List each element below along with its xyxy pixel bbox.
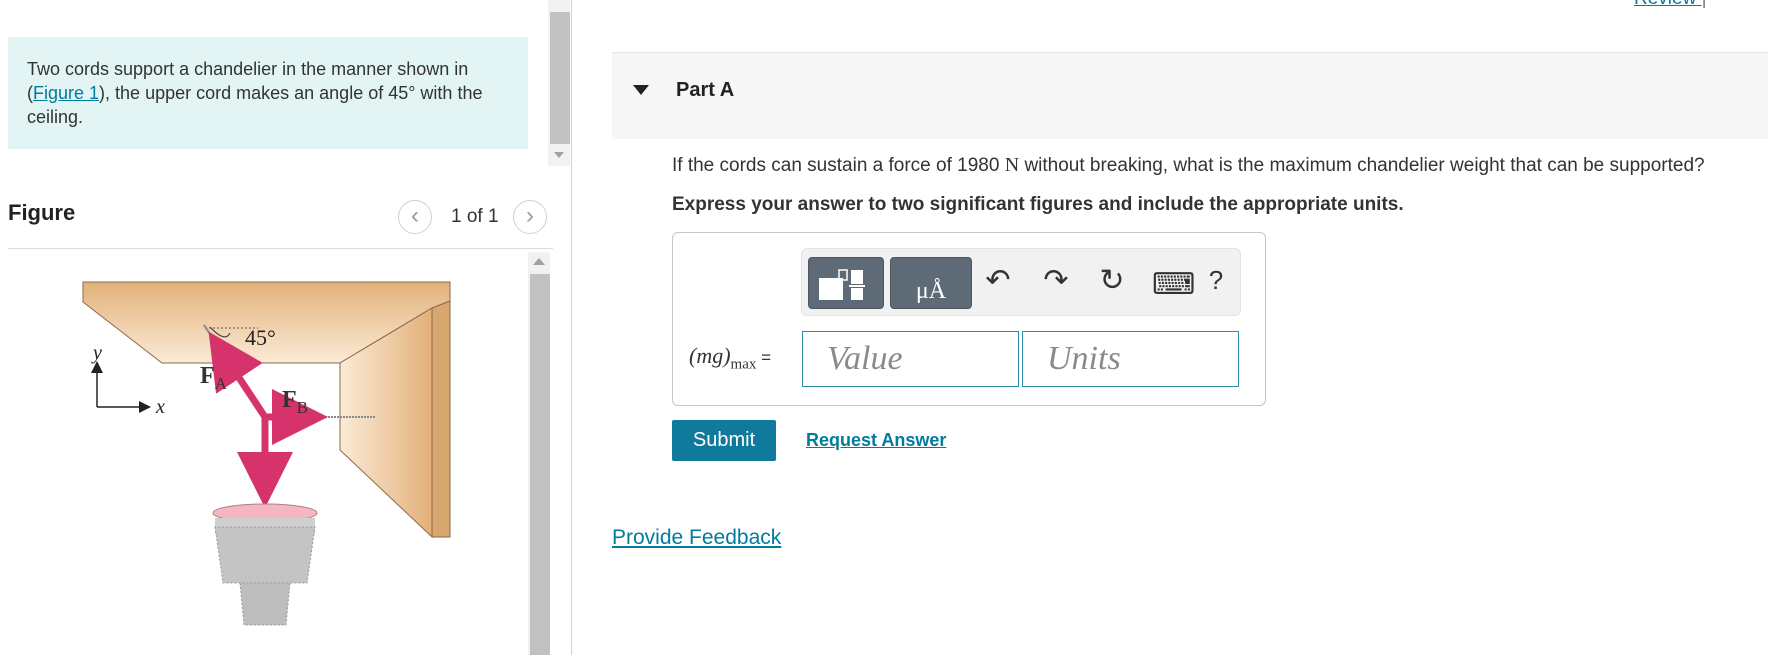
- part-a-header[interactable]: Part A: [612, 52, 1768, 139]
- force-a-label: FA: [200, 363, 228, 393]
- chandelier-shape: [212, 503, 318, 626]
- previous-figure-button[interactable]: ‹: [398, 200, 432, 234]
- figure-header: Figure ‹ 1 of 1 ›: [8, 196, 553, 249]
- request-answer-link[interactable]: Request Answer: [806, 430, 946, 451]
- figure-link[interactable]: Figure 1: [33, 83, 99, 103]
- header-separator: |: [1702, 0, 1707, 9]
- submit-button[interactable]: Submit: [672, 420, 776, 461]
- figure-title: Figure: [8, 200, 76, 225]
- provide-feedback-link[interactable]: Provide Feedback: [612, 526, 781, 550]
- redo-icon[interactable]: ↷: [1038, 263, 1074, 298]
- left-pane: Two cords support a chandelier in the ma…: [0, 0, 572, 655]
- units-button[interactable]: μÅ: [890, 257, 972, 309]
- help-icon[interactable]: ?: [1198, 265, 1234, 296]
- chandelier-figure: 45° FA FB y x: [82, 281, 451, 626]
- question-before: If the cords can sustain a force of 1980: [672, 155, 1000, 176]
- scroll-up-arrow-icon[interactable]: [533, 258, 545, 265]
- keyboard-icon[interactable]: ⌨: [1152, 267, 1195, 302]
- figure-scrollbar-thumb[interactable]: [530, 274, 550, 655]
- question-text: If the cords can sustain a force of 1980…: [672, 154, 1705, 177]
- x-axis-label: x: [155, 396, 165, 418]
- review-link-label: Review: [1634, 0, 1696, 9]
- figure-counter: 1 of 1: [451, 206, 499, 227]
- question-unit: N: [1004, 154, 1020, 176]
- instruction-text: Express your answer to two significant f…: [672, 194, 1404, 215]
- reset-icon[interactable]: ↻: [1094, 263, 1130, 298]
- figure-scrollbar[interactable]: [528, 252, 550, 655]
- templates-icon: [819, 269, 865, 300]
- value-input[interactable]: [802, 331, 1019, 387]
- answer-box: μÅ ↶ ↷ ↻ ⌨ ? (mg)max =: [672, 232, 1266, 406]
- next-figure-button[interactable]: ›: [513, 200, 547, 234]
- math-toolbar: μÅ ↶ ↷ ↻ ⌨ ?: [801, 248, 1241, 316]
- undo-icon[interactable]: ↶: [980, 263, 1016, 298]
- chevron-left-icon: ‹: [411, 202, 419, 229]
- units-icon: μÅ: [915, 278, 947, 304]
- problem-scrollbar-thumb[interactable]: [550, 12, 570, 144]
- units-input[interactable]: [1022, 331, 1239, 387]
- expression-label: (mg)max =: [689, 343, 771, 373]
- part-title: Part A: [676, 79, 735, 101]
- equals-sign: =: [756, 348, 772, 367]
- angle-label: 45°: [245, 325, 276, 350]
- review-link[interactable]: Review |: [1634, 0, 1707, 10]
- pane-divider: [571, 0, 572, 655]
- templates-button[interactable]: [808, 257, 884, 309]
- expression-subscript: max: [730, 356, 757, 373]
- question-after: without breaking, what is the maximum ch…: [1024, 155, 1705, 176]
- problem-scrollbar[interactable]: [548, 0, 570, 166]
- chevron-right-icon: ›: [526, 202, 534, 229]
- y-axis-label: y: [91, 342, 102, 364]
- scroll-down-arrow-icon[interactable]: [554, 152, 564, 158]
- expression-main: (mg): [689, 343, 731, 368]
- caret-down-icon[interactable]: [633, 85, 649, 95]
- force-vectors: [208, 331, 328, 508]
- problem-statement: Two cords support a chandelier in the ma…: [8, 37, 528, 149]
- force-b-label: FB: [282, 387, 308, 417]
